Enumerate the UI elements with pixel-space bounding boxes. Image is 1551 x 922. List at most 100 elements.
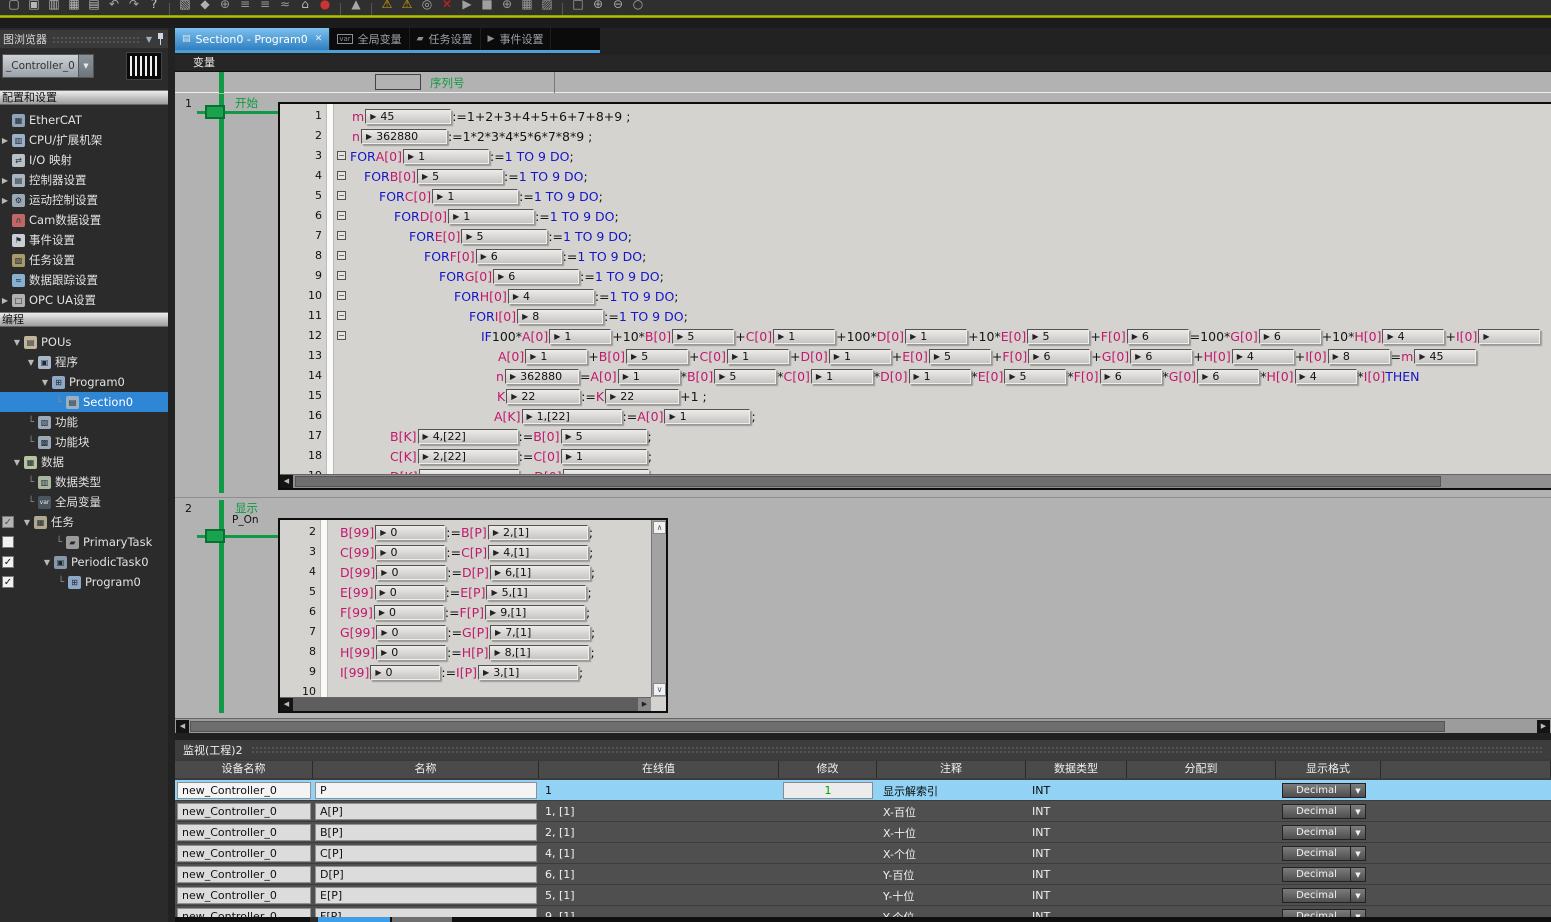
zoom-in-icon[interactable]: ⊕ <box>588 0 608 15</box>
wave-icon[interactable]: ≈ <box>275 0 295 15</box>
value-box[interactable]: ▶6 <box>1197 369 1259 384</box>
value-box[interactable]: ▶362880 <box>505 369 579 384</box>
display-format-select[interactable]: Decimal▼ <box>1282 867 1366 882</box>
column-header-7[interactable]: 分配到 <box>1127 761 1276 778</box>
value-box[interactable]: ▶0 <box>375 545 445 560</box>
value-box[interactable]: ▶1 <box>403 149 489 164</box>
value-box[interactable]: ▶4 <box>1295 369 1357 384</box>
explorer-header-grip[interactable] <box>52 36 141 43</box>
expand-arrow-icon[interactable]: ▶ <box>0 136 10 145</box>
value-box[interactable]: ▶6 <box>476 249 562 264</box>
variable-name-value[interactable]: P <box>315 782 537 799</box>
sidebar-item-event-settings[interactable]: ⚑事件设置 <box>0 230 168 250</box>
display-format-select[interactable]: Decimal▼ <box>1282 888 1366 903</box>
value-box[interactable]: ▶22 <box>605 389 679 404</box>
help-icon[interactable]: ? <box>144 0 164 15</box>
scroll-right-icon[interactable]: ▶ <box>638 698 651 711</box>
scrollbar-thumb[interactable] <box>295 476 1441 487</box>
variable-name-cell[interactable]: C[P] <box>313 843 539 864</box>
rung-number[interactable]: 1 <box>185 97 192 110</box>
scroll-left-icon[interactable]: ◀ <box>176 720 189 733</box>
value-box[interactable]: ▶5 <box>929 349 991 364</box>
chevron-down-icon[interactable]: ▼ <box>1350 805 1365 818</box>
redo-icon[interactable]: ↷ <box>124 0 144 15</box>
collapse-arrow-icon[interactable]: ▼ <box>26 358 36 367</box>
sidebar-item-ethercat[interactable]: ▦EtherCAT <box>0 110 168 130</box>
tree-item-data-types[interactable]: └▥数据类型 <box>0 472 168 492</box>
watch-glasses-icon[interactable]: ◎ <box>417 0 437 15</box>
value-box[interactable]: ▶1 <box>618 369 680 384</box>
watch-hscrollbar[interactable] <box>175 917 1551 922</box>
ladder-icon[interactable]: ≡ <box>255 0 275 15</box>
value-box[interactable]: ▶5 <box>672 329 734 344</box>
modify-cell[interactable] <box>779 801 877 822</box>
collapse-arrow-icon[interactable]: ▼ <box>22 518 32 527</box>
value-box[interactable]: ▶1 <box>448 209 534 224</box>
scrollbar-thumb[interactable] <box>318 917 390 922</box>
value-box[interactable]: ▶4 <box>1382 329 1444 344</box>
collapse-box-icon[interactable]: − <box>337 291 346 300</box>
tree-item-program0[interactable]: ▼⊞Program0 <box>0 372 168 392</box>
expand-arrow-icon[interactable]: ▶ <box>0 176 10 185</box>
run-icon[interactable]: ▶ <box>457 0 477 15</box>
sidebar-item-data-trace-settings[interactable]: ≈数据跟踪设置 <box>0 270 168 290</box>
scroll-left-icon[interactable]: ◀ <box>280 475 293 488</box>
contact-element[interactable] <box>205 105 225 119</box>
checkbox-tasks[interactable]: ✓ <box>2 516 14 528</box>
value-box[interactable]: ▶6 <box>493 269 579 284</box>
scrollbar-thumb[interactable] <box>190 721 1445 732</box>
watch-row[interactable]: new_Controller_0E[P]5, [1]Y-十位INTDecimal… <box>175 885 1551 906</box>
value-box[interactable]: ▶6 <box>1127 329 1189 344</box>
value-box[interactable]: ▶1 <box>432 189 518 204</box>
build-warning-icon[interactable]: ⚠ <box>377 0 397 15</box>
modify-cell[interactable] <box>779 885 877 906</box>
column-header-5[interactable]: 注释 <box>877 761 1026 778</box>
variable-name-cell[interactable]: E[P] <box>313 885 539 906</box>
expand-arrow-icon[interactable]: ▶ <box>0 196 10 205</box>
watch-row[interactable]: new_Controller_0A[P]1, [1]X-百位INTDecimal… <box>175 801 1551 822</box>
value-box[interactable]: ▶5 <box>714 369 776 384</box>
modify-value[interactable]: 1 <box>783 782 873 799</box>
device-name-value[interactable]: new_Controller_0 <box>177 782 311 799</box>
variable-name-value[interactable]: A[P] <box>315 803 537 820</box>
value-box[interactable]: ▶22 <box>506 389 580 404</box>
value-box[interactable]: ▶2,[22] <box>418 449 518 464</box>
value-box[interactable]: ▶362880 <box>361 129 447 144</box>
contact-element[interactable] <box>205 529 225 543</box>
value-box[interactable]: ▶6,[1] <box>490 565 590 580</box>
export-icon[interactable]: ▧ <box>175 0 195 15</box>
close-icon[interactable]: ✕ <box>315 34 323 44</box>
collapse-box-icon[interactable]: − <box>337 231 346 240</box>
undo-icon[interactable]: ↶ <box>104 0 124 15</box>
sidebar-item-cpu-rack[interactable]: ▶▥CPU/扩展机架 <box>0 130 168 150</box>
variable-table-icon[interactable]: ⊕ <box>215 0 235 15</box>
value-box[interactable]: ▶4 <box>508 289 594 304</box>
checkbox-periodic-task0[interactable]: ✓ <box>2 556 14 568</box>
zoom-reset-icon[interactable]: ○ <box>628 0 648 15</box>
collapse-box-icon[interactable]: − <box>337 331 346 340</box>
collapse-box-icon[interactable]: − <box>337 151 346 160</box>
value-box[interactable]: ▶5 <box>417 169 503 184</box>
st-vscrollbar[interactable]: ∧ ∨ <box>651 520 666 697</box>
value-box[interactable]: ▶5 <box>1004 369 1066 384</box>
value-box[interactable]: ▶0 <box>375 525 445 540</box>
grid-icon[interactable]: ▦ <box>517 0 537 15</box>
select-tool-icon[interactable]: ▲ <box>346 0 366 15</box>
value-box[interactable]: ▶0 <box>370 665 440 680</box>
sidebar-item-controller-settings[interactable]: ▶▤控制器设置 <box>0 170 168 190</box>
value-box[interactable]: ▶1 <box>829 349 891 364</box>
value-box[interactable]: ▶6 <box>1028 349 1090 364</box>
display-format-select[interactable]: Decimal▼ <box>1282 783 1366 798</box>
controller-select[interactable]: _Controller_0 ▼ <box>2 54 94 78</box>
display-format-select[interactable]: Decimal▼ <box>1282 804 1366 819</box>
value-box[interactable]: ▶5 <box>626 349 688 364</box>
device-name-cell[interactable]: new_Controller_0 <box>175 780 313 801</box>
collapse-arrow-icon[interactable]: ▼ <box>42 558 52 567</box>
sidebar-item-opc-ua-settings[interactable]: ▶□OPC UA设置 <box>0 290 168 310</box>
pointer-icon[interactable]: ◆ <box>195 0 215 15</box>
rung-number[interactable]: 2 <box>185 502 192 515</box>
value-box[interactable]: ▶9,[1] <box>485 605 585 620</box>
value-box[interactable]: ▶4,[22] <box>418 429 518 444</box>
column-header-4[interactable]: 修改 <box>779 761 877 778</box>
value-box[interactable]: ▶1 <box>561 449 647 464</box>
